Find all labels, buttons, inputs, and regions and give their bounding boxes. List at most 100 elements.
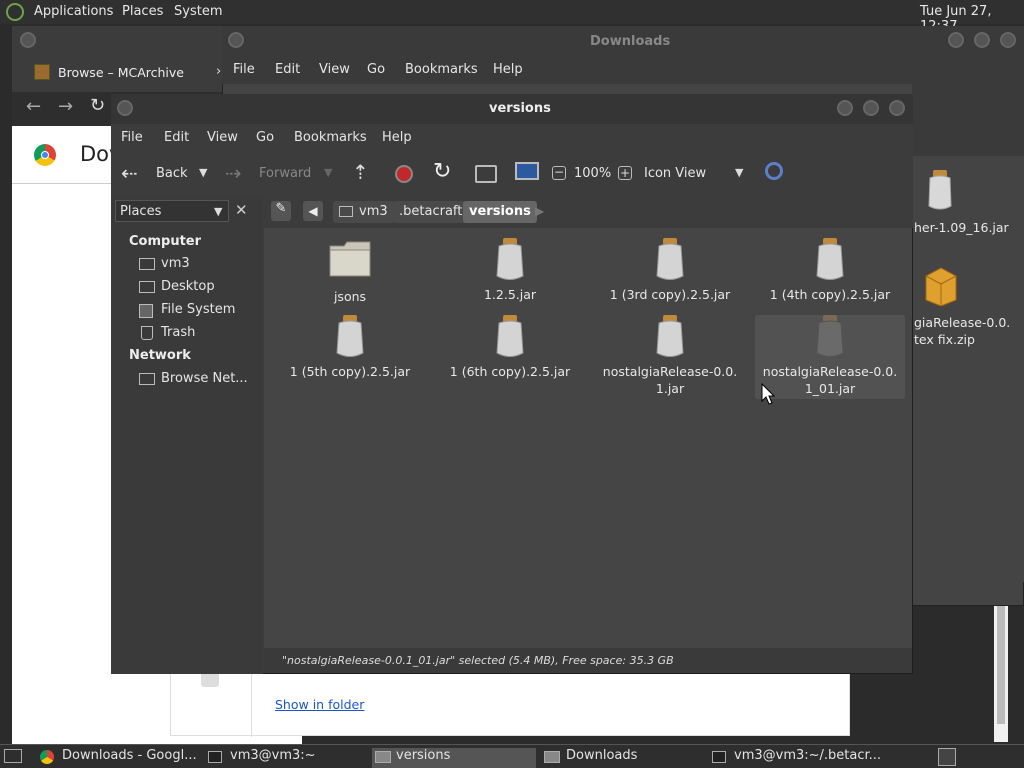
status-text: "nostalgiaRelease-0.0.1_01.jar" selected…: [282, 654, 674, 667]
path-segment-betacraft[interactable]: .betacraft: [393, 201, 469, 223]
edit-location-icon[interactable]: ✎: [271, 201, 291, 221]
reload-icon[interactable]: ↻: [90, 95, 105, 116]
view-mode-dropdown-icon[interactable]: ▼: [735, 166, 743, 179]
menu-bookmarks[interactable]: Bookmarks: [294, 130, 367, 145]
taskbar-item-downloads[interactable]: Downloads: [542, 748, 702, 768]
file-item[interactable]: nostalgiaRelease-0.0. 1.jar: [595, 315, 745, 397]
downloads-window-menu-button[interactable]: [228, 32, 244, 48]
back-arrow-icon[interactable]: ←: [26, 96, 41, 117]
show-in-folder-link[interactable]: Show in folder: [275, 697, 364, 712]
forward-arrow-icon[interactable]: ⇢: [225, 161, 242, 185]
taskbar-item-terminal-betacraft[interactable]: vm3@vm3:~/.betacr...: [710, 748, 890, 768]
file-item[interactable]: 1 (5th copy).2.5.jar: [275, 315, 425, 380]
stop-icon[interactable]: [395, 165, 413, 183]
downloads-minimize-button[interactable]: [948, 32, 964, 48]
back-button[interactable]: Back: [156, 166, 188, 181]
menu-help[interactable]: Help: [382, 130, 412, 145]
file-name: 1 (3rd copy).2.5.jar: [609, 287, 731, 302]
downloads-menu-edit[interactable]: Edit: [275, 62, 300, 77]
downloads-menu-help[interactable]: Help: [493, 62, 523, 77]
computer-icon[interactable]: [515, 162, 539, 180]
downloads-close-button[interactable]: [1000, 32, 1016, 48]
places-menu[interactable]: Places: [122, 4, 163, 19]
menu-edit[interactable]: Edit: [164, 130, 189, 145]
jar-file-icon[interactable]: [924, 170, 956, 212]
search-icon[interactable]: [765, 162, 783, 180]
downloads-menu-file[interactable]: File: [233, 62, 255, 77]
downloads-menu-view[interactable]: View: [319, 62, 350, 77]
versions-maximize-button[interactable]: [863, 100, 879, 116]
path-scroll-left-icon[interactable]: ◀: [303, 201, 323, 221]
scrollbar-thumb[interactable]: [997, 606, 1005, 724]
file-item[interactable]: jsons: [275, 240, 425, 305]
sidebar-item-browse-network[interactable]: Browse Net...: [161, 371, 248, 386]
downloads-maximize-button[interactable]: [974, 32, 990, 48]
downloads-pathbar: [912, 126, 1024, 156]
zoom-in-icon[interactable]: +: [618, 166, 632, 180]
chrome-tab-title[interactable]: Browse – MCArchive: [58, 65, 184, 80]
versions-window-menu-button[interactable]: [117, 100, 133, 116]
sidebar-item-desktop[interactable]: Desktop: [161, 279, 215, 294]
file-name: nostalgiaRelease-0.0. 1_01.jar: [762, 364, 898, 396]
network-header: Network: [129, 348, 191, 363]
path-scroll-right-icon[interactable]: ▶: [535, 204, 544, 218]
chrome-logo-center: [41, 151, 49, 159]
forward-button[interactable]: Forward: [259, 166, 311, 181]
applications-menu[interactable]: Applications: [34, 4, 113, 19]
jar-file-icon: [652, 315, 688, 359]
file-item[interactable]: 1.2.5.jar: [435, 238, 585, 303]
sidebar-item-vm3[interactable]: vm3: [161, 256, 190, 271]
taskbar-item-terminal[interactable]: vm3@vm3:~: [206, 748, 366, 768]
taskbar-item-versions[interactable]: versions: [372, 748, 536, 768]
file-item[interactable]: 1 (4th copy).2.5.jar: [755, 238, 905, 303]
versions-minimize-button[interactable]: [837, 100, 853, 116]
downloads-file-label[interactable]: her-1.09_16.jar: [914, 220, 1009, 235]
menu-file[interactable]: File: [121, 130, 143, 145]
taskbar-item-chrome[interactable]: Downloads - Googl...: [38, 748, 198, 768]
system-menu[interactable]: System: [174, 4, 222, 19]
downloads-menu-bookmarks[interactable]: Bookmarks: [405, 62, 478, 77]
sidebar-item-trash[interactable]: Trash: [161, 325, 195, 340]
workspace-switcher-icon[interactable]: [938, 748, 956, 766]
path-segment-versions[interactable]: versions: [463, 201, 537, 223]
up-parent-icon[interactable]: ⇡: [352, 160, 369, 184]
reload-icon[interactable]: ↻: [433, 159, 451, 184]
sidebar-item-file-system[interactable]: File System: [161, 302, 235, 317]
zoom-out-icon[interactable]: −: [552, 166, 566, 180]
file-icon-view[interactable]: jsons 1.2.5.jar 1 (3rd copy).2.5.jar 1 (…: [264, 228, 912, 648]
file-item[interactable]: 1 (6th copy).2.5.jar: [435, 315, 585, 380]
jar-file-icon: [812, 315, 848, 359]
menu-view[interactable]: View: [207, 130, 238, 145]
chrome-window-button[interactable]: [20, 32, 36, 48]
view-mode-select[interactable]: Icon View: [644, 166, 706, 181]
places-selector[interactable]: Places ▼: [115, 200, 229, 222]
path-bar: ✎ ◀ vm3 .betacraft versions ▶: [263, 196, 913, 228]
back-arrow-icon[interactable]: ⇠: [121, 161, 138, 185]
versions-title: versions: [489, 101, 551, 116]
versions-close-button[interactable]: [889, 100, 905, 116]
file-name: nostalgiaRelease-0.0. 1.jar: [602, 364, 738, 396]
forward-history-dropdown-icon[interactable]: ▼: [324, 166, 332, 179]
folder-icon: [375, 751, 391, 763]
trash-icon: [141, 326, 153, 340]
file-item[interactable]: 1 (3rd copy).2.5.jar: [595, 238, 745, 303]
mouse-cursor-icon: [761, 383, 775, 405]
downloads-menu-go[interactable]: Go: [367, 62, 385, 77]
close-sidebar-icon[interactable]: ✕: [235, 201, 248, 219]
drive-icon: [139, 304, 153, 318]
back-history-dropdown-icon[interactable]: ▼: [199, 166, 207, 179]
distro-logo-icon[interactable]: [6, 3, 24, 21]
zip-archive-icon[interactable]: [924, 266, 958, 307]
downloads-content: her-1.09_16.jar giaRelease-0.0. tex fix.…: [912, 156, 1024, 582]
show-desktop-icon[interactable]: [4, 749, 22, 763]
downloads-file-label[interactable]: giaRelease-0.0. tex fix.zip: [914, 314, 1010, 348]
network-icon: [139, 373, 155, 385]
file-item-selected[interactable]: nostalgiaRelease-0.0. 1_01.jar: [755, 315, 905, 399]
menu-go[interactable]: Go: [256, 130, 274, 145]
taskbar-label: Downloads: [566, 748, 638, 763]
forward-arrow-icon[interactable]: →: [58, 96, 73, 117]
home-folder-icon[interactable]: [475, 165, 497, 183]
chrome-scrollbar[interactable]: [994, 606, 1008, 742]
taskbar: Downloads - Googl... vm3@vm3:~ versions …: [0, 744, 1024, 768]
chrome-tab-scroll-icon[interactable]: ›: [216, 64, 221, 79]
